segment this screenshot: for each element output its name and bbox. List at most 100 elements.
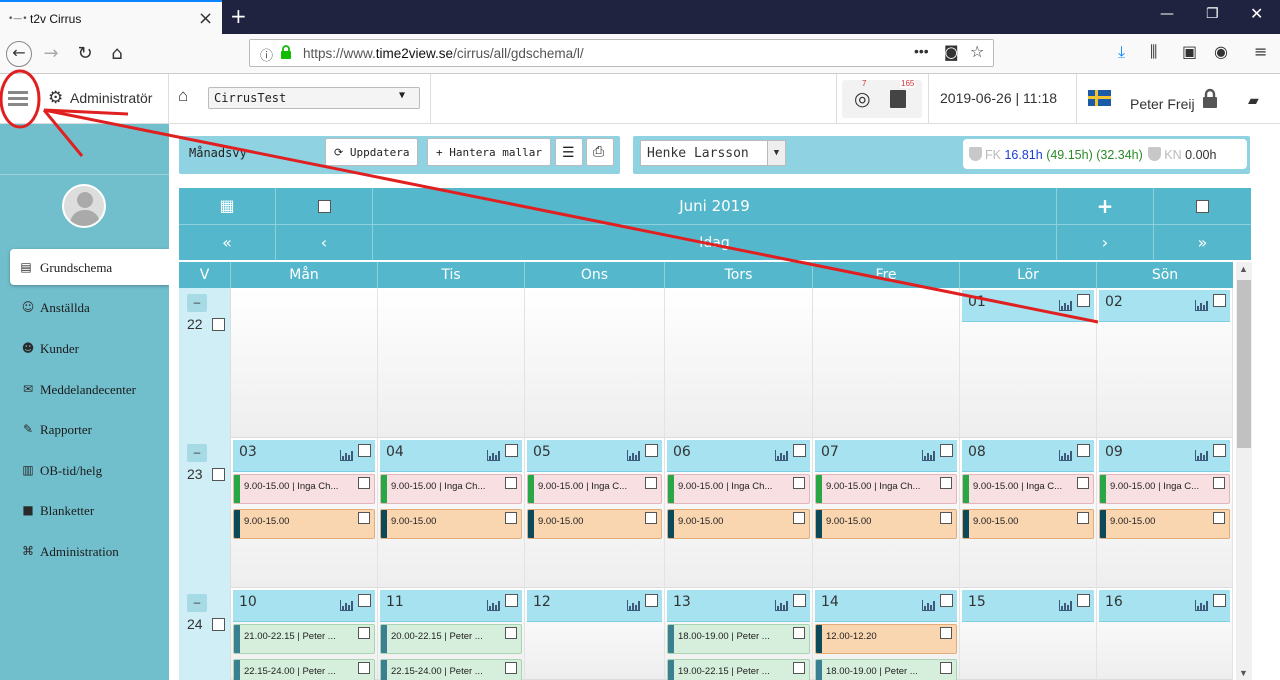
next-month-icon[interactable]: ›: [1057, 224, 1154, 260]
event-checkbox[interactable]: [505, 477, 517, 489]
schedule-event[interactable]: 9.00-15.00: [527, 509, 662, 539]
customer-select[interactable]: CirrusTest ▼: [208, 87, 420, 109]
collapse-week-button[interactable]: –: [187, 444, 207, 462]
info-icon[interactable]: ⓘ: [260, 45, 273, 64]
menu-icon[interactable]: ≡: [1254, 42, 1267, 61]
day-cell[interactable]: 12: [525, 588, 665, 680]
schedule-event[interactable]: 18.00-19.00 | Peter ...: [667, 624, 810, 654]
week-checkbox[interactable]: [212, 318, 225, 331]
event-checkbox[interactable]: [505, 627, 517, 639]
print-icon[interactable]: ⎙: [586, 138, 614, 166]
collapse-week-button[interactable]: –: [187, 294, 207, 312]
list-view-icon[interactable]: ☰: [555, 138, 583, 166]
stats-icon[interactable]: [340, 450, 353, 461]
event-checkbox[interactable]: [358, 627, 370, 639]
sidebar-item-administration[interactable]: ⌘ Administration: [0, 533, 169, 569]
back-icon[interactable]: ←: [6, 41, 32, 67]
prev-month-icon[interactable]: ‹: [276, 224, 373, 260]
user-name[interactable]: Peter Freij: [1130, 96, 1195, 112]
logout-lock-icon[interactable]: [1202, 88, 1218, 108]
browser-tab[interactable]: •—• t2v Cirrus ×: [0, 0, 222, 34]
lifebuoy-icon[interactable]: ◎: [854, 88, 871, 110]
sidebar-item-anstallda[interactable]: ☺ Anställda: [0, 289, 169, 325]
day-cell[interactable]: 02: [1097, 288, 1233, 438]
day-checkbox[interactable]: [1077, 294, 1090, 307]
event-checkbox[interactable]: [1077, 512, 1089, 524]
event-checkbox[interactable]: [793, 477, 805, 489]
day-checkbox[interactable]: [1077, 594, 1090, 607]
event-checkbox[interactable]: [940, 627, 952, 639]
event-checkbox[interactable]: [505, 662, 517, 674]
sidebar-item-rapporter[interactable]: ✎ Rapporter: [0, 411, 169, 447]
day-cell[interactable]: [231, 288, 378, 438]
scroll-up-icon[interactable]: ▲: [1239, 264, 1248, 274]
add-icon[interactable]: +: [1057, 188, 1154, 224]
event-checkbox[interactable]: [793, 512, 805, 524]
library-icon[interactable]: ⫼: [1150, 42, 1157, 62]
schedule-event[interactable]: 19.00-22.15 | Peter ...: [667, 659, 810, 680]
schedule-event[interactable]: 21.00-22.15 | Peter ...: [233, 624, 375, 654]
new-tab-icon[interactable]: +: [230, 4, 247, 28]
week-checkbox[interactable]: [212, 468, 225, 481]
event-checkbox[interactable]: [1213, 512, 1225, 524]
account-icon[interactable]: ◉: [1214, 42, 1228, 61]
stats-icon[interactable]: [1195, 600, 1208, 611]
day-checkbox[interactable]: [940, 444, 953, 457]
day-checkbox[interactable]: [1213, 294, 1226, 307]
schedule-event[interactable]: 9.00-15.00: [380, 509, 522, 539]
day-checkbox[interactable]: [1077, 444, 1090, 457]
select-all-checkbox[interactable]: [276, 188, 373, 224]
scroll-down-icon[interactable]: ▼: [1239, 668, 1248, 678]
sidebar-item-grundschema[interactable]: ▤ Grundschema: [10, 249, 169, 285]
stats-icon[interactable]: [487, 450, 500, 461]
schedule-event[interactable]: 9.00-15.00: [667, 509, 810, 539]
schedule-event[interactable]: 22.15-24.00 | Peter ...: [233, 659, 375, 680]
swedish-flag-icon[interactable]: [1088, 90, 1111, 106]
schedule-event[interactable]: 12.00-12.20: [815, 624, 957, 654]
schedule-event[interactable]: 9.00-15.00: [233, 509, 375, 539]
event-checkbox[interactable]: [1077, 477, 1089, 489]
pocket-icon[interactable]: ◙: [944, 43, 959, 61]
sidebar-item-kunder[interactable]: ☻ Kunder: [0, 330, 169, 366]
page-actions-icon[interactable]: •••: [914, 43, 929, 59]
next-year-icon[interactable]: »: [1154, 224, 1251, 260]
chat-icon[interactable]: ▰: [1248, 92, 1259, 109]
schedule-event[interactable]: 9.00-15.00: [962, 509, 1094, 539]
sidebar-item-blanketter[interactable]: ■ Blanketter: [0, 492, 169, 528]
schedule-event[interactable]: 18.00-19.00 | Peter ...: [815, 659, 957, 680]
day-checkbox[interactable]: [645, 444, 658, 457]
stats-icon[interactable]: [775, 600, 788, 611]
stats-icon[interactable]: [627, 600, 640, 611]
day-cell[interactable]: [378, 288, 525, 438]
stats-icon[interactable]: [922, 600, 935, 611]
day-checkbox[interactable]: [1213, 594, 1226, 607]
day-cell[interactable]: [525, 288, 665, 438]
event-checkbox[interactable]: [358, 512, 370, 524]
day-cell[interactable]: 06 9.00-15.00 | Inga Ch... 9.00-15.00: [665, 438, 813, 588]
day-checkbox[interactable]: [645, 594, 658, 607]
day-checkbox[interactable]: [505, 594, 518, 607]
event-checkbox[interactable]: [1213, 477, 1225, 489]
schedule-event[interactable]: 9.00-15.00: [815, 509, 957, 539]
day-checkbox[interactable]: [358, 444, 371, 457]
bookmark-star-icon[interactable]: ☆: [970, 42, 984, 61]
schedule-event[interactable]: 9.00-15.00 | Inga Ch...: [380, 474, 522, 504]
event-checkbox[interactable]: [645, 512, 657, 524]
today-button[interactable]: Idag: [373, 224, 1057, 260]
day-checkbox[interactable]: [505, 444, 518, 457]
schedule-event[interactable]: 9.00-15.00 | Inga Ch...: [233, 474, 375, 504]
avatar[interactable]: [62, 184, 106, 228]
clipboard-icon[interactable]: [890, 90, 906, 108]
manage-templates-button[interactable]: + Hantera mallar: [427, 138, 551, 166]
stats-icon[interactable]: [1195, 300, 1208, 311]
collapse-week-button[interactable]: –: [187, 594, 207, 612]
day-cell[interactable]: 01: [960, 288, 1097, 438]
home-icon[interactable]: ⌂: [104, 41, 130, 67]
day-cell[interactable]: 07 9.00-15.00 | Inga Ch... 9.00-15.00: [813, 438, 960, 588]
day-cell[interactable]: 15: [960, 588, 1097, 680]
event-checkbox[interactable]: [358, 477, 370, 489]
stats-icon[interactable]: [1059, 450, 1072, 461]
select-checkbox[interactable]: [1154, 188, 1251, 224]
event-checkbox[interactable]: [793, 627, 805, 639]
reload-icon[interactable]: ↻: [72, 41, 98, 67]
